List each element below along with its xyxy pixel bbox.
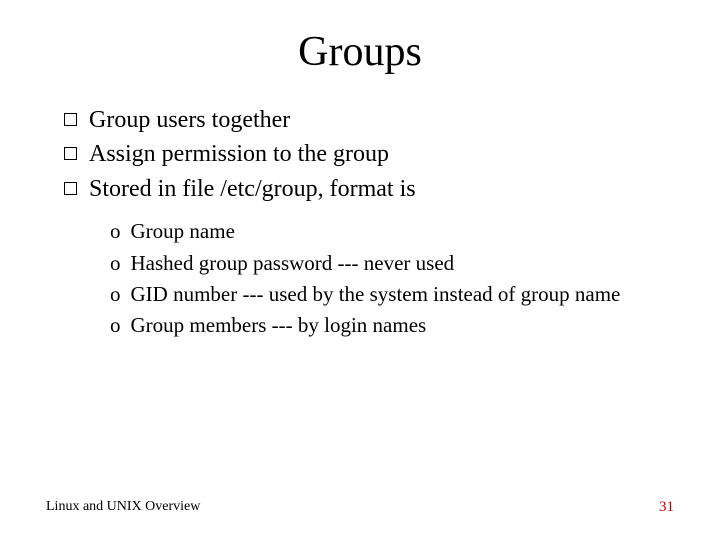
bullet-text: Group users together [89,104,290,136]
circle-bullet-icon: o [110,280,121,309]
footer-left: Linux and UNIX Overview [46,499,200,516]
bullet-item: Stored in file /etc/group, format is [64,173,680,205]
bullet-text: Assign permission to the group [89,138,389,170]
sub-bullet-text: Group members --- by login names [131,311,427,340]
circle-bullet-icon: o [110,217,121,246]
sub-bullet-item: o GID number --- used by the system inst… [110,280,680,309]
sub-bullet-item: o Group members --- by login names [110,311,680,340]
bullet-item: Group users together [64,104,680,136]
bullet-list: Group users together Assign permission t… [40,104,680,205]
sub-bullet-text: GID number --- used by the system instea… [131,280,621,309]
footer: Linux and UNIX Overview 31 [46,499,674,516]
circle-bullet-icon: o [110,249,121,278]
bullet-text: Stored in file /etc/group, format is [89,173,416,205]
sub-bullet-list: o Group name o Hashed group password ---… [40,217,680,341]
sub-bullet-text: Hashed group password --- never used [131,249,455,278]
square-bullet-icon [64,147,77,160]
page-number: 31 [659,499,674,516]
square-bullet-icon [64,113,77,126]
bullet-item: Assign permission to the group [64,138,680,170]
slide-title: Groups [40,28,680,76]
square-bullet-icon [64,182,77,195]
sub-bullet-item: o Hashed group password --- never used [110,249,680,278]
sub-bullet-item: o Group name [110,217,680,246]
slide: Groups Group users together Assign permi… [0,0,720,540]
circle-bullet-icon: o [110,311,121,340]
sub-bullet-text: Group name [131,217,235,246]
